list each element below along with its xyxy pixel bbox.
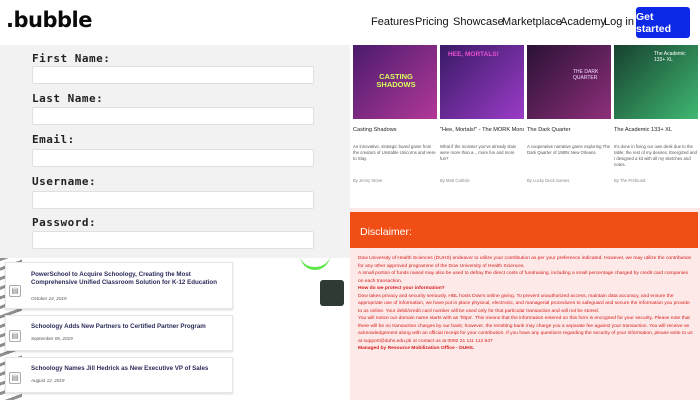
news-title[interactable]: Schoology Names Jill Hedrick as New Exec…	[31, 365, 231, 373]
press-badge-icon	[320, 280, 344, 306]
game-author: By Matt Cathole	[440, 178, 470, 183]
thumbnail-logo: CASTING SHADOWS	[376, 72, 416, 89]
get-started-button[interactable]: Get started	[636, 7, 690, 38]
game-title[interactable]: The Academic 133+ XL	[614, 127, 698, 133]
game-title[interactable]: Casting Shadows	[353, 127, 437, 133]
game-author: By Jenny Stone	[353, 178, 383, 183]
nav-features[interactable]: Features	[371, 16, 414, 28]
disclaimer-heading: Disclaimer:	[350, 212, 698, 248]
signup-form: First Name: Last Name: Email: Username: …	[0, 45, 350, 258]
decorative-arc	[300, 258, 330, 270]
disclaimer-paragraph: A small portion of funds raised may also…	[358, 271, 689, 284]
news-title[interactable]: Schoology Adds New Partners to Certified…	[31, 323, 231, 331]
password-field[interactable]	[32, 231, 314, 249]
thumbnail-logo: THE DARK QUARTER	[573, 69, 599, 81]
email-label: Email:	[32, 133, 75, 146]
nav-academy[interactable]: Academy	[560, 16, 606, 28]
nav-showcase[interactable]: Showcase	[453, 16, 504, 28]
news-date: September 05, 2019	[31, 336, 73, 341]
password-label: Password:	[32, 216, 97, 229]
game-title[interactable]: The Dark Quarter	[527, 127, 611, 133]
thumbnail-logo: HEE, MORTALS!	[448, 51, 499, 58]
email-field[interactable]	[32, 149, 314, 167]
disclaimer-body: Dow University of Health Sciences (DUHS)…	[358, 255, 694, 353]
thumbnail-logo: The Academic 133+ XL	[654, 51, 686, 63]
news-item[interactable]: ▤ Schoology Adds New Partners to Certifi…	[5, 315, 233, 351]
document-icon: ▤	[9, 372, 21, 384]
game-thumbnail[interactable]: The Academic 133+ XL	[614, 45, 698, 119]
game-description: An innovative, strategic board game from…	[353, 144, 436, 161]
bubble-logo[interactable]: .bubble	[6, 8, 92, 32]
game-description: A cooperative narrative game exploring T…	[527, 144, 611, 155]
first-name-field[interactable]	[32, 66, 314, 84]
game-thumbnail[interactable]: CASTING SHADOWS	[353, 45, 437, 119]
game-author: By The Prefound	[614, 178, 646, 183]
game-showcase: CASTING SHADOWS Casting Shadows An innov…	[350, 45, 700, 208]
disclaimer-paragraph: Dow takes privacy and security seriously…	[358, 293, 690, 314]
news-title[interactable]: PowerSchool to Acquire Schoology, Creati…	[31, 271, 227, 287]
disclaimer-footer: Managed by Resource Mobilization Office …	[358, 346, 475, 351]
news-item[interactable]: ▤ Schoology Names Jill Hedrick as New Ex…	[5, 357, 233, 393]
disclaimer-panel: Disclaimer: Dow University of Health Sci…	[350, 208, 700, 400]
disclaimer-subheading: How do we protect your information?	[358, 286, 445, 291]
document-icon: ▤	[9, 330, 21, 342]
document-icon: ▤	[9, 285, 21, 297]
first-name-label: First Name:	[32, 52, 111, 65]
game-title[interactable]: "Hee, Mortals!" - The MÖRK Monster Book …	[440, 127, 524, 133]
disclaimer-paragraph: You will notice our domain name starts w…	[358, 316, 693, 344]
nav-marketplace[interactable]: Marketplace	[502, 16, 562, 28]
last-name-field[interactable]	[32, 107, 314, 125]
nav-login[interactable]: Log in	[604, 16, 634, 28]
username-label: Username:	[32, 175, 97, 188]
username-field[interactable]	[32, 191, 314, 209]
game-description: It's done in fixing our own desk due to …	[614, 144, 697, 167]
top-nav: .bubble Features Pricing Showcase Market…	[0, 0, 700, 45]
news-list: ▤ PowerSchool to Acquire Schoology, Crea…	[0, 258, 350, 400]
news-date: August 12, 2019	[31, 378, 65, 383]
last-name-label: Last Name:	[32, 92, 104, 105]
game-author: By Lucky Duck Games	[527, 178, 570, 183]
news-item[interactable]: ▤ PowerSchool to Acquire Schoology, Crea…	[5, 262, 233, 309]
disclaimer-paragraph: Dow University of Health Sciences (DUHS)…	[358, 256, 692, 269]
nav-pricing[interactable]: Pricing	[415, 16, 449, 28]
game-description: What if the monster you've already slain…	[440, 144, 517, 161]
news-date: October 24, 2019	[31, 296, 67, 301]
game-thumbnail[interactable]: THE DARK QUARTER	[527, 45, 611, 119]
game-thumbnail[interactable]: HEE, MORTALS!	[440, 45, 524, 119]
